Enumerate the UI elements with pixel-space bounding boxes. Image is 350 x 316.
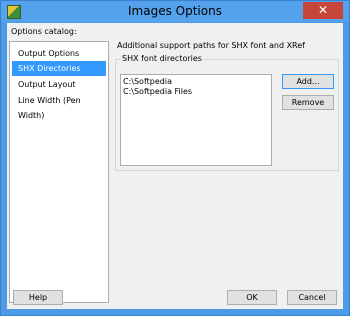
help-button[interactable]: Help (13, 290, 63, 305)
close-button[interactable]: ✕ (303, 2, 343, 19)
catalog-item-line-width[interactable]: Line Width (Pen Width) (12, 93, 106, 120)
dialog-client: Options catalog: Output Options SHX Dire… (7, 23, 343, 309)
catalog-item-output-layout[interactable]: Output Layout (12, 77, 106, 92)
ok-button[interactable]: OK (227, 290, 277, 305)
catalog-item-output-options[interactable]: Output Options (12, 46, 106, 61)
title-bar[interactable]: Images Options ✕ (1, 1, 349, 22)
dialog-window: Images Options ✕ Options catalog: Output… (0, 0, 350, 316)
group-label: SHX font directories (120, 54, 204, 63)
directory-list[interactable]: C:\Softpedia C:\Softpedia Files (120, 74, 272, 166)
catalog-label: Options catalog: (11, 27, 77, 36)
directory-item[interactable]: C:\Softpedia Files (123, 87, 269, 97)
shx-panel: Additional support paths for SHX font an… (115, 41, 341, 171)
catalog-list[interactable]: Output Options SHX Directories Output La… (9, 41, 109, 303)
catalog-item-shx-directories[interactable]: SHX Directories (12, 61, 106, 76)
add-button[interactable]: Add... (282, 74, 334, 89)
window-title: Images Options (128, 4, 222, 18)
panel-description: Additional support paths for SHX font an… (117, 41, 305, 50)
directory-item[interactable]: C:\Softpedia (123, 77, 269, 87)
cancel-button[interactable]: Cancel (287, 290, 337, 305)
shx-font-directories-group: SHX font directories C:\Softpedia C:\Sof… (115, 54, 339, 171)
remove-button[interactable]: Remove (282, 95, 334, 110)
